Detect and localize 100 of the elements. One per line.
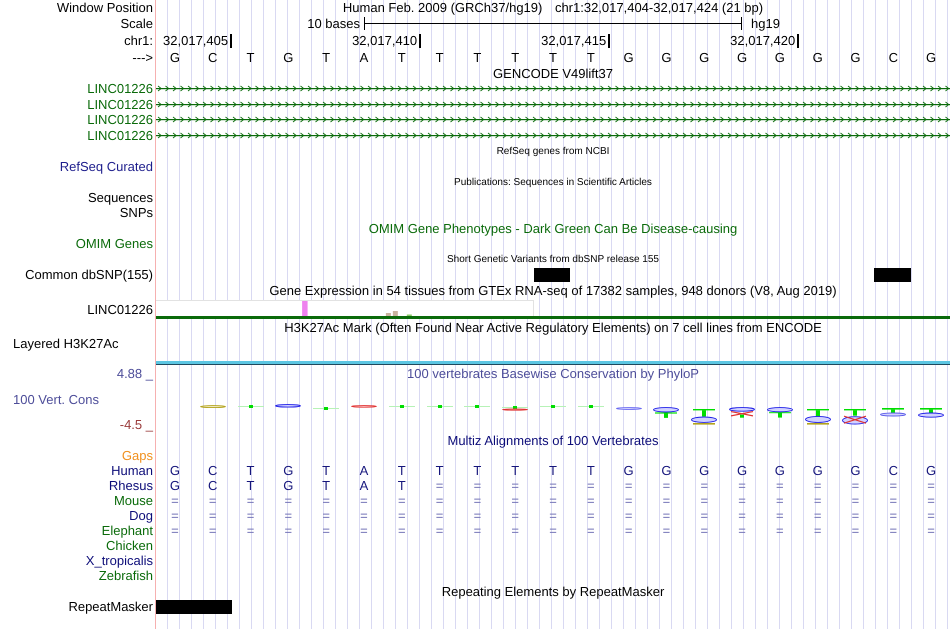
- aligned-base: G: [812, 463, 823, 478]
- species-label[interactable]: Rhesus: [108, 478, 153, 494]
- match-symbol: =: [852, 508, 860, 524]
- match-symbol: =: [662, 493, 670, 508]
- position-label: 32,017,420: [730, 33, 796, 48]
- match-symbol: =: [171, 508, 179, 524]
- species-label[interactable]: Mouse: [114, 493, 153, 508]
- expression-bar: [392, 311, 398, 316]
- species-label[interactable]: Chicken: [106, 538, 153, 554]
- aligned-base: T: [246, 478, 254, 494]
- aligned-base: C: [888, 463, 898, 478]
- match-symbol: =: [814, 523, 822, 538]
- aligned-base: G: [699, 463, 710, 478]
- conservation-logo: [880, 408, 906, 416]
- species-label[interactable]: Zebrafish: [98, 568, 153, 584]
- match-symbol: =: [511, 508, 519, 524]
- base-letter: A: [360, 50, 368, 64]
- track-title: OMIM Gene Phenotypes - Dark Green Can Be Disease-causing: [368, 222, 738, 236]
- match-symbol: =: [208, 493, 216, 508]
- track-label[interactable]: 100 Vert. Cons: [13, 392, 99, 407]
- match-symbol: =: [776, 523, 784, 538]
- gene-label[interactable]: LINC01226: [87, 81, 153, 96]
- expression-bar: [386, 313, 391, 316]
- match-symbol: =: [511, 493, 519, 508]
- match-symbol: =: [927, 508, 935, 524]
- match-symbol: =: [814, 493, 822, 508]
- match-symbol: =: [700, 523, 708, 538]
- match-symbol: =: [208, 523, 216, 538]
- match-symbol: =: [587, 523, 595, 538]
- match-symbol: =: [436, 523, 444, 538]
- aligned-base: G: [774, 463, 785, 478]
- match-symbol: =: [889, 478, 898, 494]
- conservation-logo: [653, 407, 680, 418]
- match-symbol: =: [208, 508, 216, 524]
- position-text: chr1:32,017,404-32,017,424 (21 bp): [554, 0, 764, 15]
- species-label[interactable]: Elephant: [102, 523, 153, 538]
- track-label[interactable]: RepeatMasker: [68, 599, 153, 614]
- match-symbol: =: [398, 508, 406, 524]
- aligned-base: C: [208, 463, 218, 478]
- gene-label[interactable]: LINC01226: [87, 128, 153, 144]
- aligned-base: G: [170, 463, 180, 478]
- base-letter: G: [283, 50, 294, 64]
- aligned-base: T: [398, 463, 406, 478]
- aligned-base: T: [549, 463, 557, 478]
- match-symbol: =: [700, 508, 708, 524]
- species-label[interactable]: Human: [111, 463, 153, 478]
- match-symbol: =: [814, 508, 822, 524]
- track-label[interactable]: RefSeq Curated: [60, 159, 153, 174]
- track-label[interactable]: SNPs: [120, 205, 153, 220]
- gene-label[interactable]: LINC01226: [87, 96, 153, 112]
- track-label[interactable]: Layered H3K27Ac: [13, 336, 119, 352]
- match-symbol: =: [284, 493, 292, 508]
- track-title: Multiz Alignments of 100 Vertebrates: [447, 434, 658, 448]
- track-title: 100 vertebrates Basewise Conservation by PhyloP: [407, 366, 699, 382]
- aligned-base: G: [170, 478, 180, 494]
- conservation-logo: [804, 409, 831, 425]
- gene-label[interactable]: LINC01226: [87, 112, 153, 128]
- track-label[interactable]: Common dbSNP(155): [25, 267, 153, 282]
- track-label[interactable]: OMIM Genes: [76, 236, 153, 252]
- match-symbol: =: [738, 508, 746, 524]
- position-label: 32,017,405: [163, 33, 228, 48]
- base-letter: T: [246, 50, 254, 64]
- match-symbol: =: [814, 478, 822, 494]
- match-symbol: =: [360, 523, 368, 538]
- match-symbol: =: [322, 523, 330, 538]
- match-symbol: =: [700, 493, 708, 508]
- match-symbol: =: [246, 508, 254, 524]
- track-title: Publications: Sequences in Scientific Articles: [454, 177, 652, 190]
- match-symbol: =: [889, 493, 898, 508]
- base-letter: G: [926, 50, 936, 64]
- axis-max-label: 4.88 _: [116, 366, 153, 382]
- match-symbol: =: [398, 523, 406, 538]
- aligned-base: G: [283, 463, 294, 478]
- expression-bar: [302, 301, 308, 316]
- track-label[interactable]: Sequences: [88, 190, 153, 206]
- aligned-base: T: [322, 478, 330, 494]
- base-letter: T: [549, 50, 557, 64]
- base-letter: G: [850, 50, 861, 64]
- conservation-logo: [578, 405, 604, 408]
- conservation-logo: [616, 407, 642, 410]
- species-label[interactable]: Dog: [129, 508, 153, 524]
- variant-block: [534, 268, 570, 282]
- base-letter: G: [812, 50, 823, 64]
- match-symbol: =: [889, 508, 898, 524]
- assembly-label: hg19: [750, 16, 780, 31]
- match-symbol: =: [587, 508, 595, 524]
- match-symbol: =: [360, 493, 368, 508]
- base-letter: G: [699, 50, 710, 64]
- aligned-base: T: [246, 463, 254, 478]
- aligned-base: G: [283, 478, 294, 494]
- track-label[interactable]: LINC01226: [87, 302, 153, 318]
- match-symbol: =: [474, 508, 482, 524]
- match-symbol: =: [246, 523, 254, 538]
- match-symbol: =: [927, 523, 935, 538]
- species-label[interactable]: X_tropicalis: [86, 553, 153, 568]
- match-symbol: =: [322, 508, 330, 524]
- aligned-base: T: [511, 463, 520, 478]
- match-symbol: =: [927, 478, 935, 494]
- tick-mark: [608, 34, 610, 48]
- aligned-base: G: [926, 463, 936, 478]
